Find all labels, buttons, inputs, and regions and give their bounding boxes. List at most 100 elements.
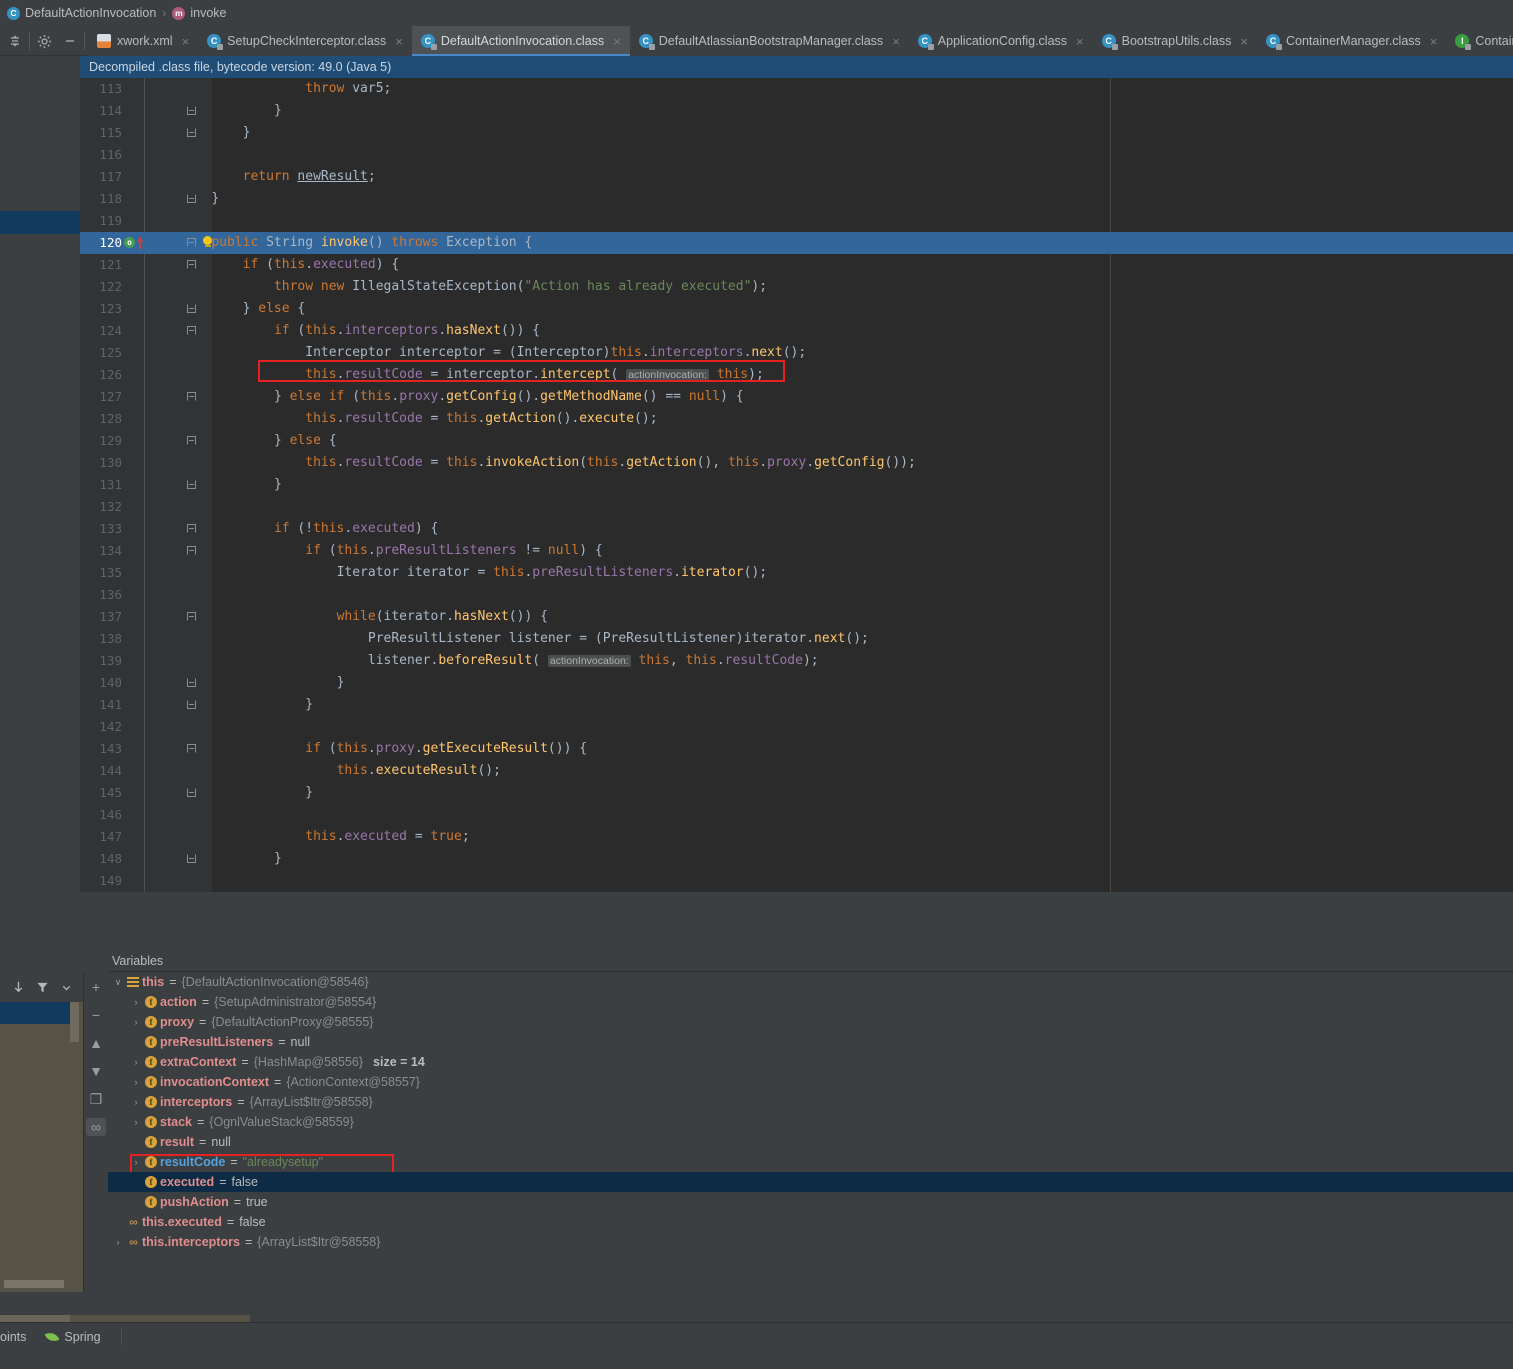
code-line[interactable]: 140 } [80, 672, 1513, 694]
close-icon[interactable]: × [182, 34, 190, 49]
code-line[interactable]: 133 if (!this.executed) { [80, 518, 1513, 540]
gutter-icons[interactable] [124, 804, 212, 826]
variable-row[interactable]: › f action = {SetupAdministrator@58554} [108, 992, 1513, 1012]
move-down-button[interactable]: ▼ [86, 1062, 106, 1080]
code-editor[interactable]: 113 throw var5; 114 } 115 } 116 117 return n… [80, 78, 1513, 892]
code-line[interactable]: 128 this.resultCode = this.getAction().e… [80, 408, 1513, 430]
code-line[interactable]: 137 while(iterator.hasNext()) { [80, 606, 1513, 628]
editor-tab[interactable]: C BootstrapUtils.class × [1092, 26, 1257, 56]
code-line[interactable]: 141 } [80, 694, 1513, 716]
gutter-icons[interactable] [124, 584, 212, 606]
frames-pane[interactable] [0, 1002, 83, 1292]
editor-tab[interactable]: xwork.xml × [88, 26, 199, 56]
close-icon[interactable]: × [892, 34, 900, 49]
variable-row[interactable]: ∨ this = {DefaultActionInvocation@58546} [108, 972, 1513, 992]
code-line[interactable]: 149 [80, 870, 1513, 892]
variable-row[interactable]: › f resultCode = "alreadysetup" [108, 1152, 1513, 1172]
code-line[interactable]: 123 } else { [80, 298, 1513, 320]
gutter-icons[interactable] [124, 144, 212, 166]
filter-icon[interactable] [32, 978, 52, 996]
code-line[interactable]: 142 [80, 716, 1513, 738]
overridden-method-icon[interactable]: o [124, 237, 135, 248]
gutter-icons[interactable] [124, 716, 212, 738]
breadcrumb-method[interactable]: m invoke [172, 6, 226, 20]
editor-tab[interactable]: C ApplicationConfig.class × [908, 26, 1093, 56]
minimize-icon[interactable] [57, 26, 83, 56]
code-line[interactable]: 130 this.resultCode = this.invokeAction(… [80, 452, 1513, 474]
add-watch-button[interactable]: + [86, 978, 106, 996]
code-line[interactable]: 147 this.executed = true; [80, 826, 1513, 848]
code-line[interactable]: 114 } [80, 100, 1513, 122]
code-line[interactable]: 146 [80, 804, 1513, 826]
expand-chevron-icon[interactable]: › [130, 1152, 142, 1172]
variables-tree[interactable]: ∨ this = {DefaultActionInvocation@58546} › f a… [108, 972, 1513, 1292]
variable-row[interactable]: › f stack = {OgnlValueStack@58559} [108, 1112, 1513, 1132]
close-icon[interactable]: × [613, 34, 621, 49]
chevron-down-icon[interactable] [56, 978, 76, 996]
close-icon[interactable]: × [1240, 34, 1248, 49]
expand-chevron-icon[interactable]: › [130, 1052, 142, 1072]
editor-tab[interactable]: C DefaultActionInvocation.class × [411, 26, 630, 56]
code-line[interactable]: 121 if (this.executed) { [80, 254, 1513, 276]
code-line[interactable]: 134 if (this.preResultListeners != null)… [80, 540, 1513, 562]
code-line[interactable]: 135 Iterator iterator = this.preResultLi… [80, 562, 1513, 584]
code-line[interactable]: 125 Interceptor interceptor = (Intercept… [80, 342, 1513, 364]
status-spring[interactable]: Spring [45, 1330, 101, 1344]
code-line[interactable]: 116 [80, 144, 1513, 166]
code-line[interactable]: 113 throw var5; [80, 78, 1513, 100]
gutter-icons[interactable] [124, 210, 212, 232]
code-line[interactable]: 144 this.executeResult(); [80, 760, 1513, 782]
variable-row[interactable]: f executed = false [108, 1172, 1513, 1192]
expand-chevron-icon[interactable]: › [130, 1012, 142, 1032]
code-line[interactable]: 138 PreResultListener listener = (PreRes… [80, 628, 1513, 650]
copy-value-button[interactable]: ❐ [86, 1090, 106, 1108]
move-up-button[interactable]: ▲ [86, 1034, 106, 1052]
code-line[interactable]: 115 } [80, 122, 1513, 144]
code-line[interactable]: 139 listener.beforeResult( actionInvocat… [80, 650, 1513, 672]
expand-chevron-icon[interactable]: › [130, 1072, 142, 1092]
close-icon[interactable]: × [395, 34, 403, 49]
expand-chevron-icon[interactable]: › [112, 1232, 124, 1252]
code-line[interactable]: 131 } [80, 474, 1513, 496]
variable-row[interactable]: › f extraContext = {HashMap@58556} size = 14 [108, 1052, 1513, 1072]
code-line[interactable]: 145 } [80, 782, 1513, 804]
variable-row[interactable]: f pushAction = true [108, 1192, 1513, 1212]
code-line[interactable]: 118 } [80, 188, 1513, 210]
gear-icon[interactable] [31, 26, 57, 56]
variable-row[interactable]: › f invocationContext = {ActionContext@58557… [108, 1072, 1513, 1092]
frames-scrollbar[interactable] [70, 1002, 79, 1042]
watches-toggle-button[interactable]: ∞ [86, 1118, 106, 1136]
editor-tab[interactable]: IContain [1446, 26, 1513, 56]
remove-watch-button[interactable]: − [86, 1006, 106, 1024]
implementing-method-arrow-icon[interactable] [137, 236, 143, 249]
step-down-icon[interactable] [8, 978, 28, 996]
variable-row[interactable]: f preResultListeners = null [108, 1032, 1513, 1052]
breadcrumb-class[interactable]: C DefaultActionInvocation [7, 6, 156, 20]
editor-tab[interactable]: C ContainerManager.class × [1256, 26, 1447, 56]
close-icon[interactable]: × [1076, 34, 1084, 49]
editor-tab[interactable]: C SetupCheckInterceptor.class × [198, 26, 412, 56]
code-line[interactable]: 136 [80, 584, 1513, 606]
variable-row[interactable]: › f interceptors = {ArrayList$Itr@58558} [108, 1092, 1513, 1112]
variable-row[interactable]: › ∞ this.interceptors = {ArrayList$Itr@58558… [108, 1232, 1513, 1252]
expand-chevron-icon[interactable]: ∨ [112, 972, 124, 992]
gutter-icons[interactable] [124, 870, 212, 892]
close-icon[interactable]: × [1430, 34, 1438, 49]
variable-row[interactable]: ∞ this.executed = false [108, 1212, 1513, 1232]
code-line[interactable]: 129 } else { [80, 430, 1513, 452]
code-line[interactable]: 127 } else if (this.proxy.getConfig().ge… [80, 386, 1513, 408]
variable-row[interactable]: f result = null [108, 1132, 1513, 1152]
code-line[interactable]: 124 if (this.interceptors.hasNext()) { [80, 320, 1513, 342]
code-lines[interactable]: 113 throw var5; 114 } 115 } 116 117 return n… [80, 78, 1513, 892]
editor-tab[interactable]: C DefaultAtlassianBootstrapManager.class × [629, 26, 909, 56]
code-line[interactable]: 148 } [80, 848, 1513, 870]
code-line[interactable]: 120 o public String invoke() throws Excep… [80, 232, 1513, 254]
variable-row[interactable]: › f proxy = {DefaultActionProxy@58555} [108, 1012, 1513, 1032]
expand-chevron-icon[interactable]: › [130, 992, 142, 1012]
code-line[interactable]: 122 throw new IllegalStateException("Act… [80, 276, 1513, 298]
code-line[interactable]: 132 [80, 496, 1513, 518]
code-line[interactable]: 117 return newResult; [80, 166, 1513, 188]
code-line[interactable]: 126 this.resultCode = interceptor.interc… [80, 364, 1513, 386]
code-line[interactable]: 143 if (this.proxy.getExecuteResult()) { [80, 738, 1513, 760]
collapse-all-icon[interactable] [2, 26, 28, 56]
